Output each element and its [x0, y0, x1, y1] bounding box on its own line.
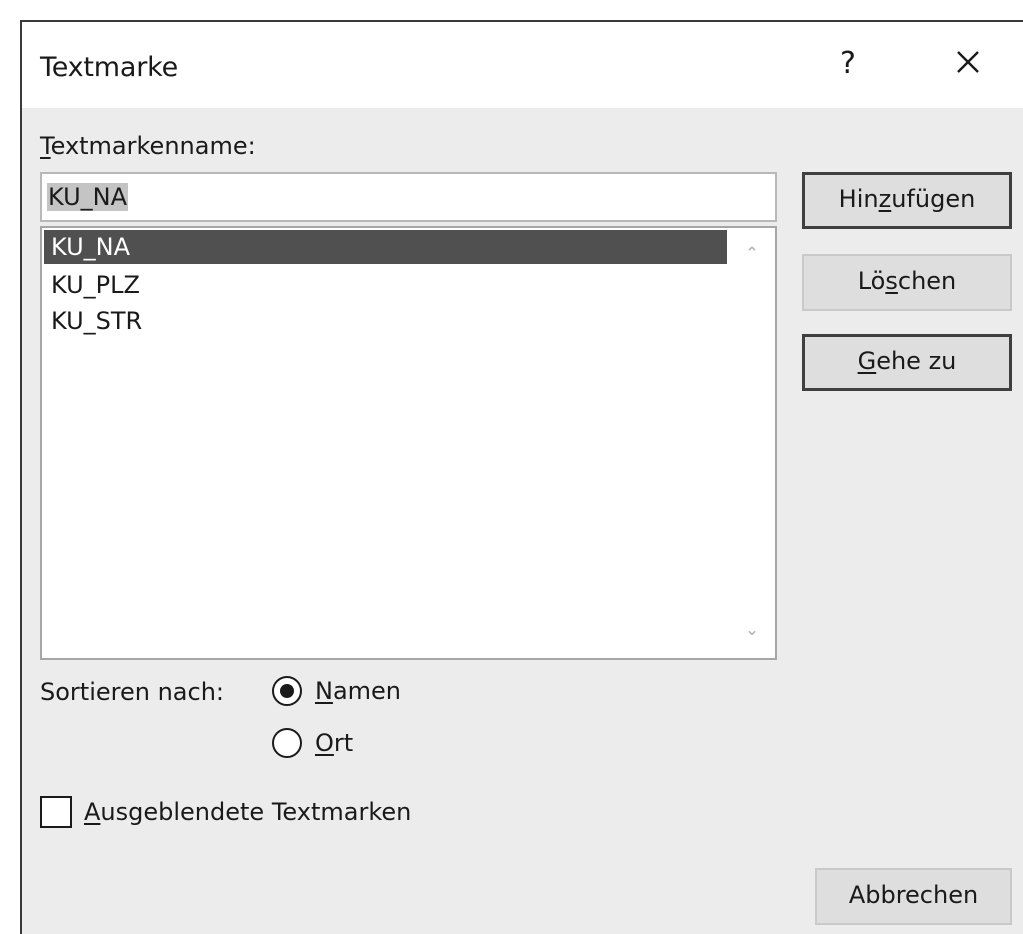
help-icon[interactable]: ? [840, 46, 856, 81]
bookmark-name-label-rest: extmarkenname: [50, 132, 256, 160]
radio-dot [280, 684, 294, 698]
add-button[interactable]: Hinzufügen [802, 172, 1012, 229]
bookmark-list[interactable]: KU_NA KU_PLZ KU_STR ⌃ ⌄ [40, 226, 777, 660]
sort-by-location-radio[interactable]: Ort [272, 726, 353, 760]
scroll-down-icon[interactable]: ⌄ [742, 620, 762, 640]
radio-circle-name[interactable] [272, 676, 302, 706]
scroll-up-icon[interactable]: ⌃ [742, 244, 762, 264]
delete-button[interactable]: Löschen [802, 254, 1012, 311]
bookmark-name-value: KU_NA [47, 183, 129, 211]
sort-by-location-label: Ort [315, 729, 354, 757]
bookmark-name-input[interactable]: KU_NA [40, 172, 777, 222]
sort-by-name-radio[interactable]: Namen [272, 674, 401, 708]
list-item[interactable]: KU_NA [44, 230, 727, 264]
cancel-button[interactable]: Abbrechen [815, 868, 1012, 925]
hidden-bookmarks-checkbox[interactable] [40, 796, 72, 828]
bookmark-dialog: Textmarke ? Textmarkenname: KU_NA KU_NA … [20, 20, 1023, 934]
hidden-bookmarks-label: Ausgeblendete Textmarken [84, 798, 412, 826]
close-icon[interactable] [952, 46, 984, 78]
dialog-title: Textmarke [40, 52, 179, 83]
list-item[interactable]: KU_PLZ [44, 268, 727, 302]
sort-label: Sortieren nach: [40, 678, 224, 706]
title-bar: Textmarke ? [22, 22, 1023, 108]
goto-button[interactable]: Gehe zu [802, 334, 1012, 391]
radio-circle-location[interactable] [272, 728, 302, 758]
sort-by-name-label: Namen [315, 677, 402, 705]
bookmark-name-label-accel: T [40, 132, 51, 160]
bookmark-name-label: Textmarkenname: [40, 132, 256, 160]
hidden-bookmarks-checkbox-row[interactable]: Ausgeblendete Textmarken [40, 796, 411, 828]
list-item[interactable]: KU_STR [44, 304, 727, 338]
